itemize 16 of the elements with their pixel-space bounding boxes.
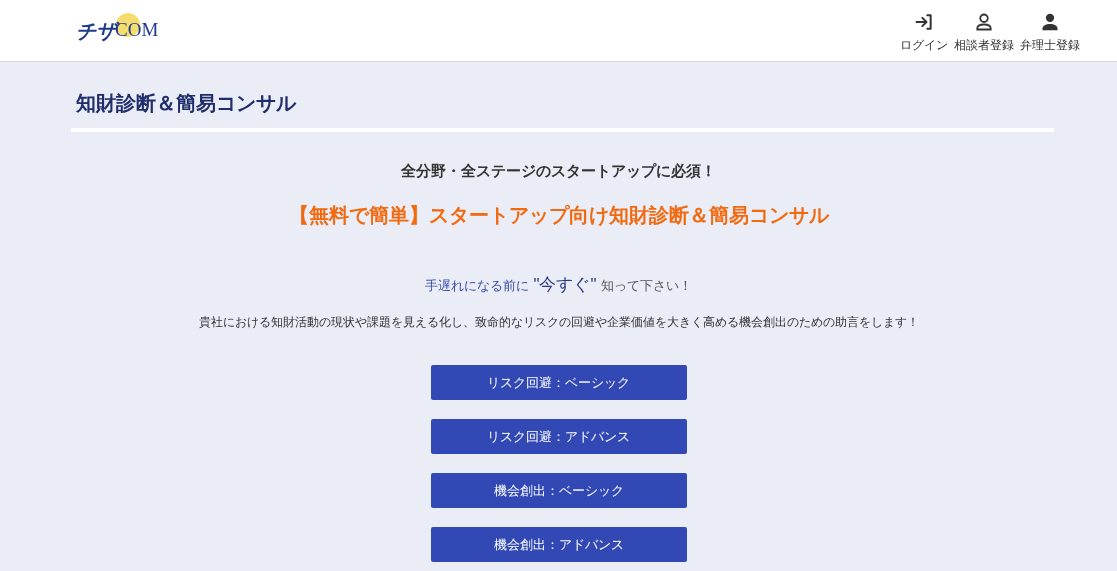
- plan-button[interactable]: 機会創出：アドバンス: [430, 527, 687, 562]
- login-icon: [914, 11, 934, 32]
- plan-button[interactable]: リスク回避：ベーシック: [430, 365, 687, 400]
- plan-button[interactable]: リスク回避：アドバンス: [430, 419, 687, 454]
- nav-link[interactable]: ログイン: [899, 11, 949, 54]
- headline: 【無料で簡単】スタートアップ向け知財診断＆簡易コンサル: [288, 202, 829, 228]
- nav-link[interactable]: 弁理士登録: [1019, 11, 1081, 54]
- description: 貴社における知財活動の現状や課題を見える化し、致命的なリスクの回避や企業価値を大きく高める機会創出のための助言をします！: [198, 314, 919, 331]
- tagline: 全分野・全ステージのスタートアップに必須！: [401, 161, 716, 181]
- user-icon: [974, 11, 994, 32]
- hook-text: 手遅れになる前に "今すぐ" 知って下さい！: [425, 273, 692, 296]
- page-title: 知財診断＆簡易コンサル: [75, 91, 298, 116]
- nav-link[interactable]: 相談者登録: [953, 11, 1015, 54]
- plan-button[interactable]: 機会創出：ベーシック: [430, 473, 687, 508]
- logo[interactable]: チザCOM: [76, 15, 159, 46]
- user-icon: [1040, 11, 1060, 32]
